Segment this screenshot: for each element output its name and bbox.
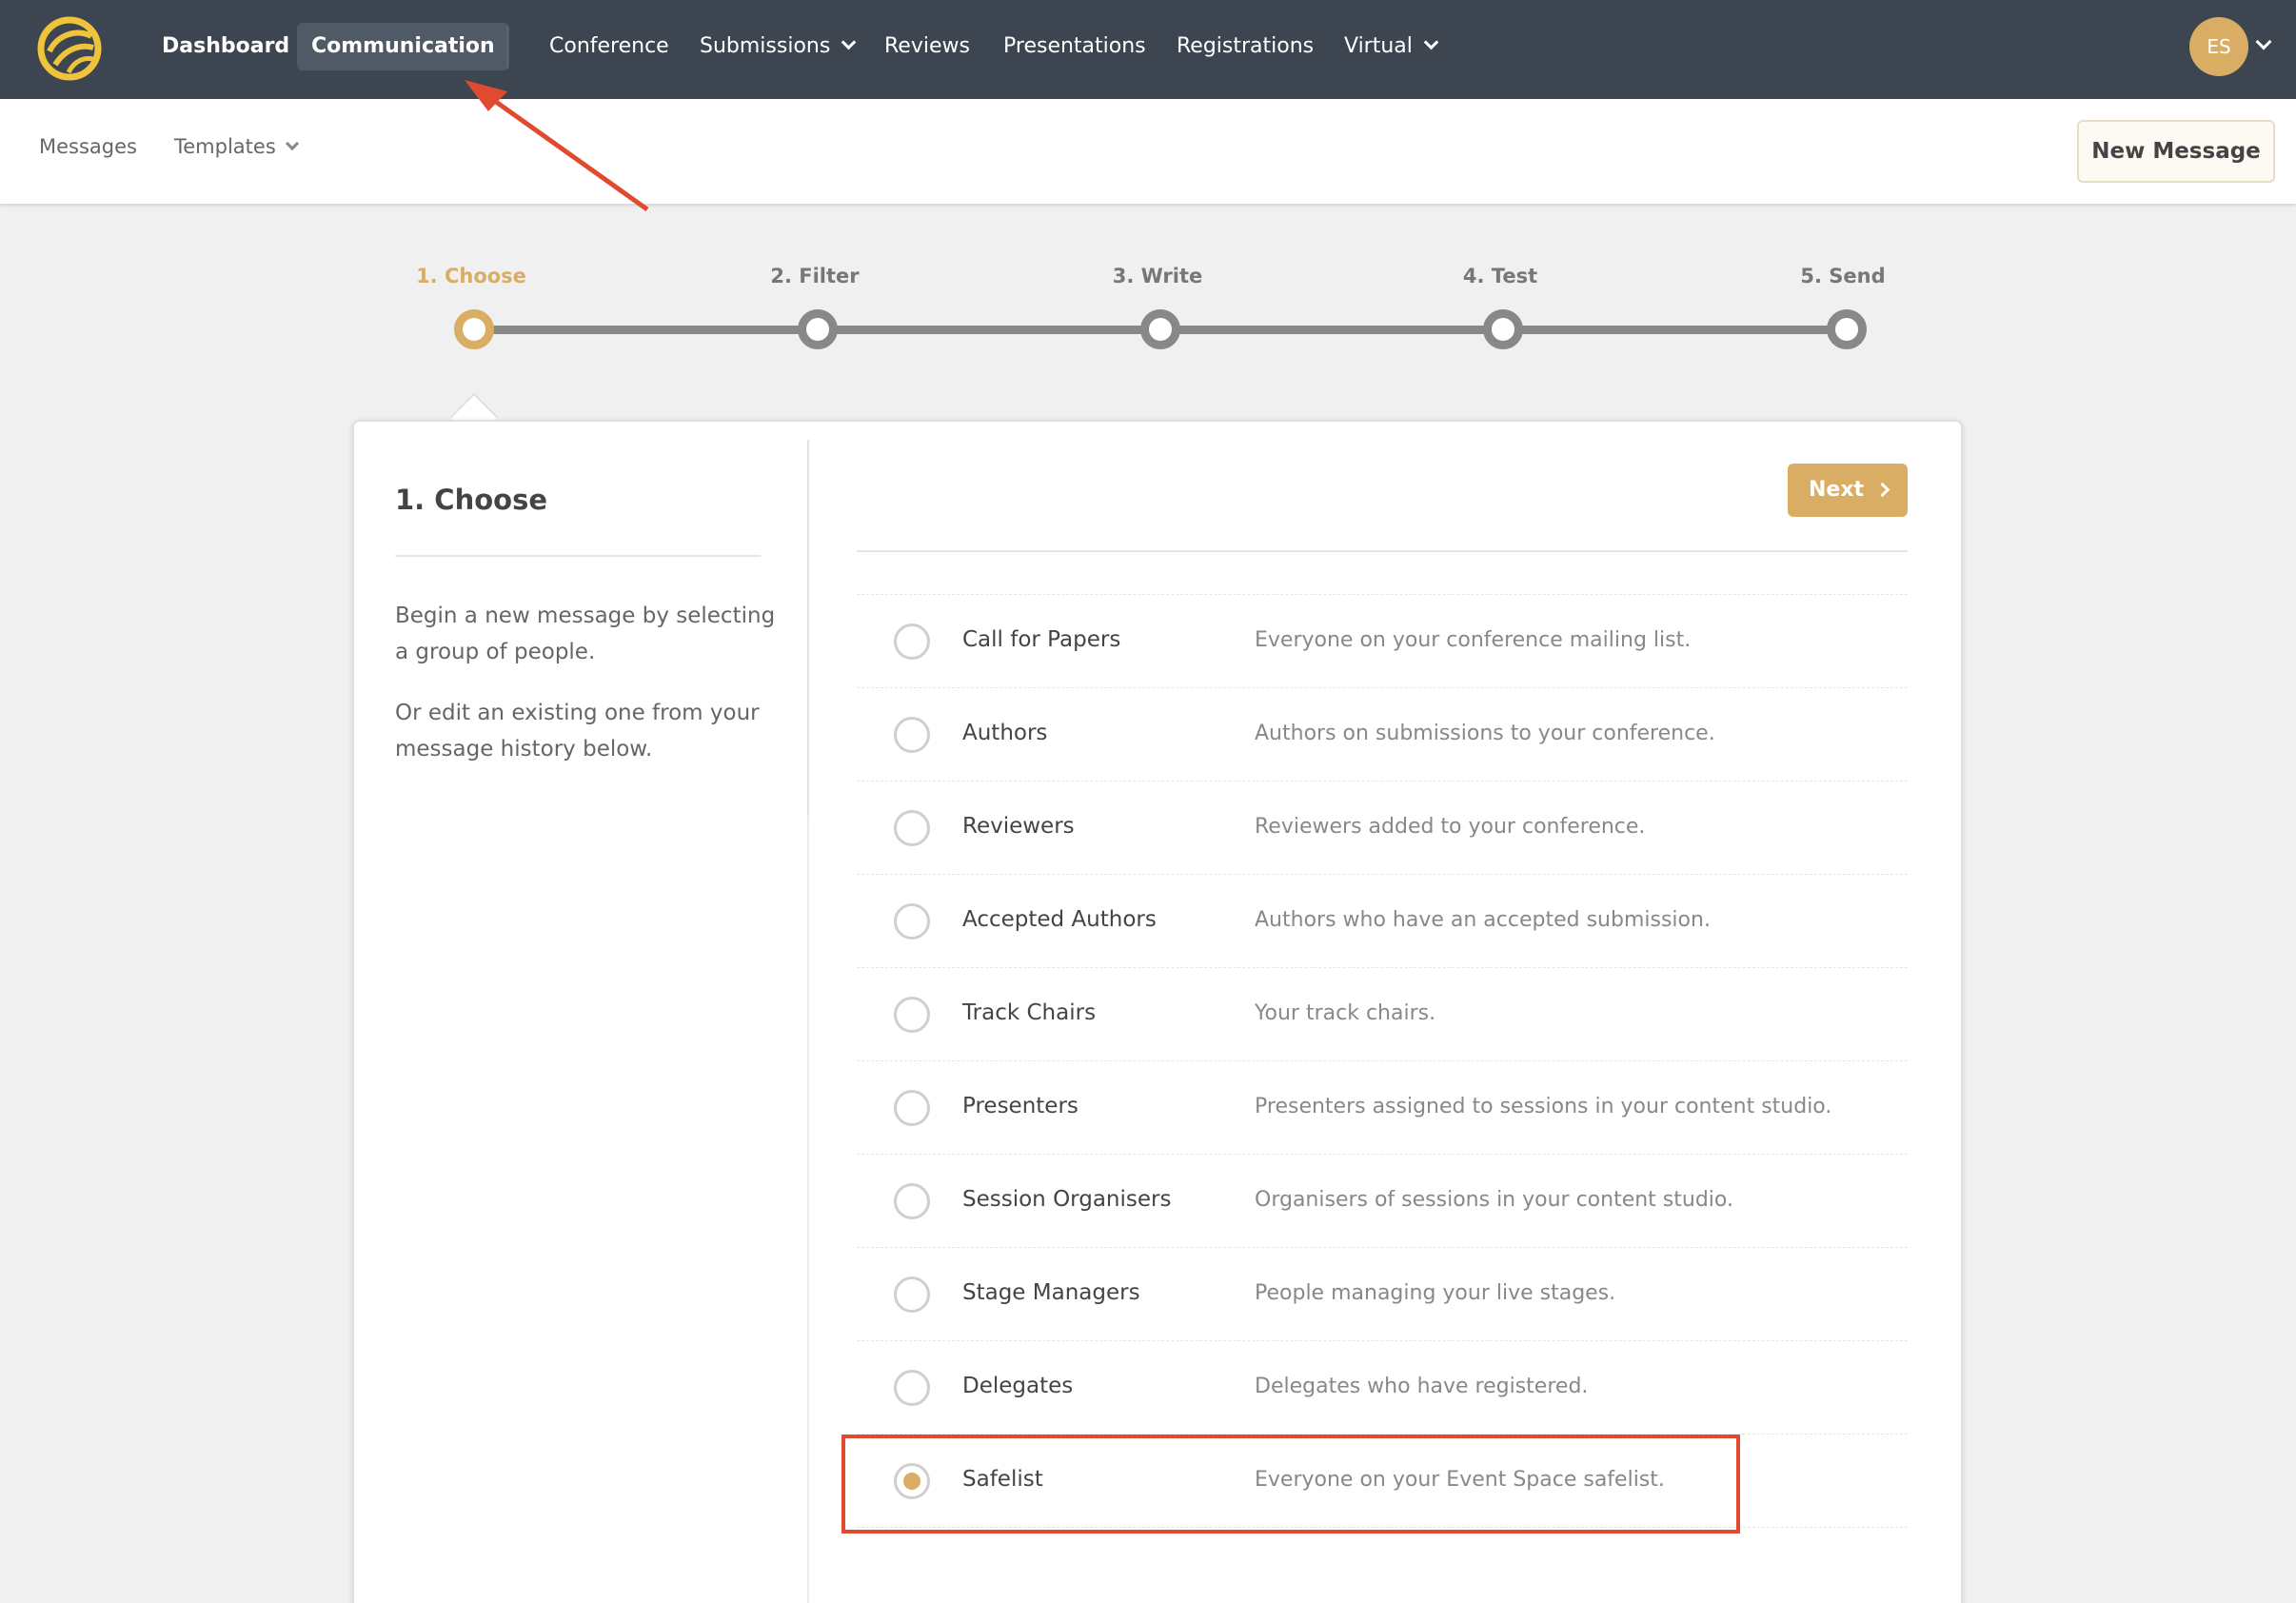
option-description: Organisers of sessions in your content s… <box>1255 1188 1733 1212</box>
option-description: Reviewers added to your conference. <box>1255 815 1646 839</box>
panel-description: Begin a new message by selecting a group… <box>395 604 776 664</box>
option-description: Authors who have an accepted submission. <box>1255 908 1711 932</box>
nav-reviews[interactable]: Reviews <box>884 23 970 70</box>
panel-description-secondary: Or edit an existing one from your messag… <box>395 701 760 762</box>
sub-navbar: Messages Templates New Message <box>0 99 2296 204</box>
column-divider <box>807 440 809 816</box>
panel-title: 1. Choose <box>395 484 547 516</box>
nav-submissions[interactable]: Submissions <box>700 23 857 70</box>
option-description: Presenters assigned to sessions in your … <box>1255 1095 1832 1118</box>
nav-divider <box>506 27 508 69</box>
highlight-box <box>841 1435 1740 1534</box>
radio-button[interactable] <box>894 1090 930 1126</box>
option-description: Your track chairs. <box>1255 1001 1436 1025</box>
option-name[interactable]: Delegates <box>962 1374 1073 1398</box>
step-label-choose[interactable]: 1. Choose <box>416 265 526 287</box>
nav-registrations[interactable]: Registrations <box>1177 23 1314 70</box>
step-dot-test[interactable] <box>1483 309 1523 349</box>
option-description: People managing your live stages. <box>1255 1281 1616 1305</box>
subnav-messages[interactable]: Messages <box>39 135 137 158</box>
column-divider <box>807 816 809 1603</box>
radio-button[interactable] <box>894 810 930 846</box>
radio-button[interactable] <box>894 623 930 660</box>
subnav-templates-label: Templates <box>174 135 276 158</box>
top-navbar: Dashboard Communication Conference Submi… <box>0 0 2296 99</box>
radio-button[interactable] <box>894 1370 930 1406</box>
option-row[interactable]: Accepted Authors Authors who have an acce… <box>857 875 1908 968</box>
chevron-down-icon <box>285 136 299 151</box>
option-row[interactable]: Session Organisers Organisers of sessions… <box>857 1155 1908 1248</box>
step-label-test[interactable]: 4. Test <box>1463 265 1537 287</box>
option-name[interactable]: Session Organisers <box>962 1187 1171 1212</box>
nav-virtual[interactable]: Virtual <box>1344 23 1439 70</box>
chevron-down-icon[interactable] <box>2255 33 2272 50</box>
radio-button[interactable] <box>894 1276 930 1313</box>
option-row[interactable]: Authors Authors on submissions to your co… <box>857 688 1908 782</box>
step-dot-send[interactable] <box>1827 309 1867 349</box>
chevron-down-icon <box>1423 34 1439 50</box>
divider <box>857 550 1908 552</box>
option-row[interactable]: Call for Papers Everyone on your conferen… <box>857 595 1908 688</box>
next-button-label: Next <box>1809 478 1865 502</box>
nav-dashboard[interactable]: Dashboard <box>162 23 289 70</box>
step-dot-filter[interactable] <box>798 309 838 349</box>
step-label-write[interactable]: 3. Write <box>1113 265 1203 287</box>
step-dot-choose[interactable] <box>454 309 494 349</box>
step-dot-write[interactable] <box>1140 309 1180 349</box>
avatar[interactable]: ES <box>2189 17 2248 76</box>
nav-presentations[interactable]: Presentations <box>1003 23 1146 70</box>
option-name[interactable]: Call for Papers <box>962 627 1120 652</box>
option-row[interactable]: Stage Managers People managing your live … <box>857 1248 1908 1341</box>
chevron-right-icon <box>1874 482 1890 498</box>
radio-button[interactable] <box>894 717 930 753</box>
radio-button[interactable] <box>894 1183 930 1219</box>
option-description: Delegates who have registered. <box>1255 1375 1589 1398</box>
step-label-filter[interactable]: 2. Filter <box>770 265 859 287</box>
subnav-templates[interactable]: Templates <box>174 135 299 158</box>
next-button[interactable]: Next <box>1788 464 1908 517</box>
option-name[interactable]: Authors <box>962 721 1047 745</box>
nav-conference[interactable]: Conference <box>549 23 669 70</box>
divider <box>395 555 761 557</box>
nav-submissions-label: Submissions <box>700 34 831 58</box>
option-name[interactable]: Track Chairs <box>962 1000 1096 1025</box>
option-row[interactable]: Delegates Delegates who have registered. <box>857 1341 1908 1435</box>
option-name[interactable]: Reviewers <box>962 814 1075 839</box>
option-description: Everyone on your conference mailing list… <box>1255 628 1692 652</box>
option-name[interactable]: Accepted Authors <box>962 907 1157 932</box>
option-name[interactable]: Presenters <box>962 1094 1079 1118</box>
logo-icon[interactable] <box>36 15 103 82</box>
radio-button[interactable] <box>894 997 930 1033</box>
option-row[interactable]: Presenters Presenters assigned to session… <box>857 1061 1908 1155</box>
nav-virtual-label: Virtual <box>1344 34 1413 58</box>
option-row[interactable]: Reviewers Reviewers added to your confere… <box>857 782 1908 875</box>
nav-communication[interactable]: Communication <box>297 23 509 70</box>
chevron-down-icon <box>841 34 857 50</box>
option-name[interactable]: Stage Managers <box>962 1280 1140 1305</box>
option-description: Authors on submissions to your conferenc… <box>1255 722 1715 745</box>
step-label-send[interactable]: 5. Send <box>1800 265 1885 287</box>
radio-button[interactable] <box>894 903 930 940</box>
option-row[interactable]: Track Chairs Your track chairs. <box>857 968 1908 1061</box>
new-message-button[interactable]: New Message <box>2077 120 2275 183</box>
